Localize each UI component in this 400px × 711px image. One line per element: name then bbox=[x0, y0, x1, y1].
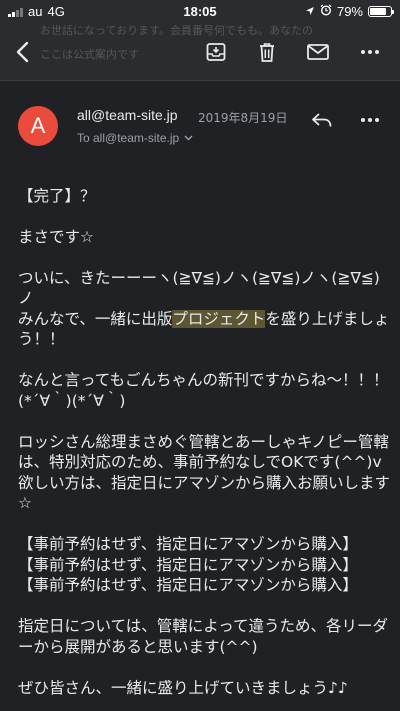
alarm-icon bbox=[320, 4, 332, 19]
recipient-toggle[interactable]: To all@team-site.jp bbox=[77, 131, 193, 145]
body-paragraph: 【完了】？ bbox=[18, 186, 96, 205]
bracket-line: 【事前予約はせず、指定日にアマゾンから購入】 bbox=[18, 535, 358, 553]
body-paragraph: なんと言ってもごんちゃんの新刊ですからね〜！！！(*´∀｀)(*´∀｀) bbox=[18, 371, 389, 410]
highlighted-keyword: プロジェクト bbox=[172, 309, 266, 328]
message-date: 2019年8月19日 bbox=[198, 111, 288, 125]
bracket-line: 【事前予約はせず、指定日にアマゾンから購入】 bbox=[18, 576, 358, 594]
mail-icon bbox=[307, 44, 329, 60]
chevron-down-icon bbox=[184, 135, 193, 141]
body-paragraph: まさです☆ bbox=[18, 227, 94, 246]
reply-icon bbox=[312, 113, 332, 127]
status-bar: au 4G 18:05 79% bbox=[0, 0, 400, 24]
bracket-line: 【事前予約はせず、指定日にアマゾンから購入】 bbox=[18, 555, 358, 574]
archive-button[interactable] bbox=[200, 36, 232, 68]
recipient-text: To all@team-site.jp bbox=[77, 131, 180, 145]
battery-percent: 79% bbox=[336, 4, 363, 19]
sender-avatar[interactable]: A bbox=[18, 106, 58, 146]
message-body: 【完了】？ まさです☆ ついに、きたーーーヽ(≧∇≦)ノヽ(≧∇≦)ノヽ(≧∇≦)ノ… bbox=[18, 165, 390, 711]
email-toolbar: お世話になっております。会員番号何でもも。あなたの ここは公式案内です bbox=[0, 24, 400, 81]
status-right: 79% bbox=[305, 4, 394, 19]
more-horizontal-icon bbox=[361, 118, 379, 122]
location-icon bbox=[305, 4, 315, 19]
more-horizontal-icon bbox=[361, 50, 379, 54]
back-arrow-icon bbox=[16, 41, 29, 63]
trash-icon bbox=[260, 43, 274, 62]
body-paragraph: ぜひ皆さん、一緒に盛り上げていきましょう♪♪ bbox=[18, 678, 348, 697]
body-paragraph: 指定日については、管轄によって違うため、各リーダーから展開があると思います(^^… bbox=[18, 617, 388, 656]
sender-address[interactable]: all@team-site.jp bbox=[77, 107, 178, 123]
message-more-button[interactable] bbox=[354, 106, 386, 134]
email-view: au 4G 18:05 79% お世話になっております。会員番号何でもも。あなた… bbox=[0, 0, 400, 711]
body-paragraph: みんなで、一緒に出版プロジェクトを盛り上げましょう！！ bbox=[18, 309, 390, 350]
mark-unread-button[interactable] bbox=[302, 36, 334, 68]
body-paragraph: ロッシさん総理まさめぐ管轄とあーしゃキノピー管轄は、特別対応のため、事前予約なし… bbox=[18, 432, 389, 472]
back-button[interactable] bbox=[8, 36, 40, 68]
reply-button[interactable] bbox=[306, 106, 338, 134]
body-paragraph: 欲しい方は、指定日にアマゾンから購入お願いします☆ bbox=[18, 473, 391, 513]
body-paragraph: ついに、きたーーーヽ(≧∇≦)ノヽ(≧∇≦)ノヽ(≧∇≦)ノ bbox=[18, 268, 380, 308]
more-options-button[interactable] bbox=[354, 36, 386, 68]
battery-icon bbox=[368, 6, 394, 17]
delete-button[interactable] bbox=[251, 36, 283, 68]
body-text: みんなで、一緒に出版 bbox=[18, 309, 173, 328]
archive-icon bbox=[206, 43, 226, 61]
